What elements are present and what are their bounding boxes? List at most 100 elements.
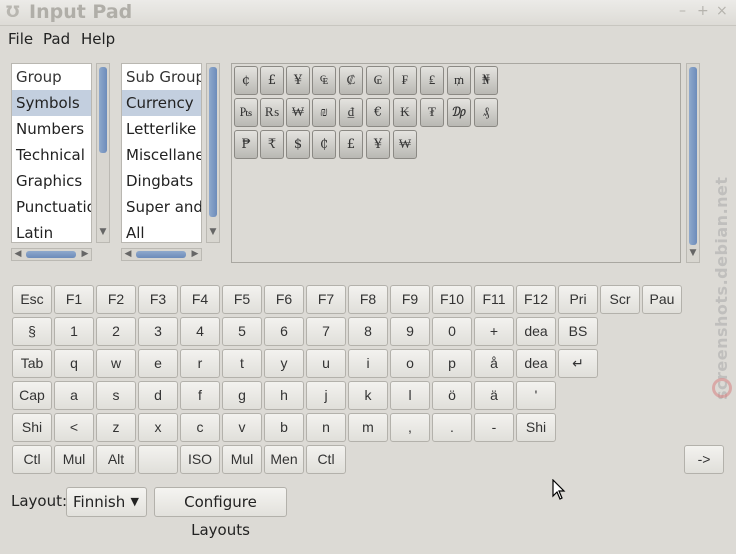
group-list-hscrollbar[interactable]: ◀ ▶ <box>11 248 92 261</box>
key-7[interactable]: 7 <box>306 317 346 346</box>
subgroup-list-hscrollbar[interactable]: ◀ ▶ <box>121 248 202 261</box>
key-enter[interactable]: ↵ <box>558 349 598 378</box>
group-item-technical[interactable]: Technical <box>12 142 91 168</box>
char-button[interactable]: ¥ <box>366 130 390 159</box>
key-h[interactable]: h <box>264 381 304 410</box>
key-m[interactable]: m <box>348 413 388 442</box>
maximize-icon[interactable]: + <box>697 3 709 19</box>
char-button[interactable]: ₹ <box>260 130 284 159</box>
key-6[interactable]: 6 <box>264 317 304 346</box>
char-button[interactable]: ₱ <box>234 130 258 159</box>
key-f10[interactable]: F10 <box>432 285 472 314</box>
key-f5[interactable]: F5 <box>222 285 262 314</box>
key-f1[interactable]: F1 <box>54 285 94 314</box>
scroll-thumb[interactable] <box>26 251 76 258</box>
subgroup-item-letterlike[interactable]: Letterlike <box>122 116 201 142</box>
key-o-diaeresis[interactable]: ö <box>432 381 472 410</box>
subgroup-list-header[interactable]: Sub Group <box>122 64 201 90</box>
key-minus[interactable]: - <box>474 413 514 442</box>
char-button[interactable]: $ <box>286 130 310 159</box>
key-esc[interactable]: Esc <box>12 285 52 314</box>
key-s[interactable]: s <box>96 381 136 410</box>
layout-select[interactable]: Finnish ▼ <box>66 487 147 517</box>
scroll-right-icon[interactable]: ▶ <box>79 249 91 259</box>
scroll-left-icon[interactable]: ◀ <box>12 249 24 259</box>
configure-layouts-button[interactable]: Configure Layouts <box>154 487 287 539</box>
key-1[interactable]: 1 <box>54 317 94 346</box>
key-k[interactable]: k <box>348 381 388 410</box>
char-button[interactable]: ₩ <box>393 130 417 159</box>
group-item-latin[interactable]: Latin <box>12 220 91 242</box>
key-backspace[interactable]: BS <box>558 317 598 346</box>
scroll-thumb[interactable] <box>99 67 107 153</box>
char-button[interactable]: ₡ <box>339 66 363 95</box>
char-button[interactable]: ¥ <box>286 66 310 95</box>
key-pause[interactable]: Pau <box>642 285 682 314</box>
expand-keyboard-button[interactable]: -> <box>684 445 724 474</box>
key-p[interactable]: p <box>432 349 472 378</box>
group-item-symbols[interactable]: Symbols <box>12 90 91 116</box>
key-f3[interactable]: F3 <box>138 285 178 314</box>
subgroup-item-miscellaneous[interactable]: Miscellaneous <box>122 142 201 168</box>
char-button[interactable]: ₭ <box>393 98 417 127</box>
key-ctrl-right[interactable]: Ctl <box>306 445 346 474</box>
key-v[interactable]: v <box>222 413 262 442</box>
key-f6[interactable]: F6 <box>264 285 304 314</box>
key-apostrophe[interactable]: ' <box>516 381 556 410</box>
char-button[interactable]: ₠ <box>312 66 336 95</box>
scroll-thumb[interactable] <box>689 67 697 245</box>
character-panel-vscrollbar[interactable]: ▼ <box>686 63 700 263</box>
key-g[interactable]: g <box>222 381 262 410</box>
key-f12[interactable]: F12 <box>516 285 556 314</box>
key-i[interactable]: i <box>348 349 388 378</box>
key-section[interactable]: § <box>12 317 52 346</box>
char-button[interactable]: ₤ <box>420 66 444 95</box>
char-button[interactable]: ₰ <box>474 98 498 127</box>
char-button[interactable]: ₫ <box>339 98 363 127</box>
char-button[interactable]: ₧ <box>234 98 258 127</box>
key-x[interactable]: x <box>138 413 178 442</box>
key-l[interactable]: l <box>390 381 430 410</box>
key-w[interactable]: w <box>96 349 136 378</box>
char-button[interactable]: ₥ <box>447 66 471 95</box>
char-button[interactable]: ₪ <box>312 98 336 127</box>
key-d[interactable]: d <box>138 381 178 410</box>
char-button[interactable]: ₨ <box>260 98 284 127</box>
group-item-numbers[interactable]: Numbers <box>12 116 91 142</box>
subgroup-item-all[interactable]: All <box>122 220 201 242</box>
key-3[interactable]: 3 <box>138 317 178 346</box>
key-a-diaeresis[interactable]: ä <box>474 381 514 410</box>
char-button[interactable]: ₵ <box>312 130 336 159</box>
scroll-thumb[interactable] <box>136 251 186 258</box>
key-9[interactable]: 9 <box>390 317 430 346</box>
key-c[interactable]: c <box>180 413 220 442</box>
key-o[interactable]: o <box>390 349 430 378</box>
key-period[interactable]: . <box>432 413 472 442</box>
key-multi-right[interactable]: Mul <box>222 445 262 474</box>
key-iso-level3[interactable]: ISO <box>180 445 220 474</box>
scroll-down-icon[interactable]: ▼ <box>97 227 109 237</box>
subgroup-item-super-sub[interactable]: Super and Subscripts <box>122 194 201 220</box>
group-item-punctuation[interactable]: Punctuation <box>12 194 91 220</box>
key-dead-acute[interactable]: dea <box>516 317 556 346</box>
group-list-vscrollbar[interactable]: ▼ <box>96 63 110 243</box>
key-f4[interactable]: F4 <box>180 285 220 314</box>
key-b[interactable]: b <box>264 413 304 442</box>
key-r[interactable]: r <box>180 349 220 378</box>
menu-pad[interactable]: Pad <box>43 30 70 48</box>
char-button[interactable]: ₣ <box>393 66 417 95</box>
menu-help[interactable]: Help <box>81 30 115 48</box>
key-f7[interactable]: F7 <box>306 285 346 314</box>
char-button[interactable]: ¢ <box>234 66 258 95</box>
scroll-down-icon[interactable]: ▼ <box>687 248 699 258</box>
key-y[interactable]: y <box>264 349 304 378</box>
group-list-header[interactable]: Group <box>12 64 91 90</box>
key-j[interactable]: j <box>306 381 346 410</box>
char-button[interactable]: £ <box>339 130 363 159</box>
key-capslock[interactable]: Cap <box>12 381 52 410</box>
subgroup-item-dingbats[interactable]: Dingbats <box>122 168 201 194</box>
key-multi-left[interactable]: Mul <box>54 445 94 474</box>
char-button[interactable]: € <box>366 98 390 127</box>
key-4[interactable]: 4 <box>180 317 220 346</box>
key-8[interactable]: 8 <box>348 317 388 346</box>
